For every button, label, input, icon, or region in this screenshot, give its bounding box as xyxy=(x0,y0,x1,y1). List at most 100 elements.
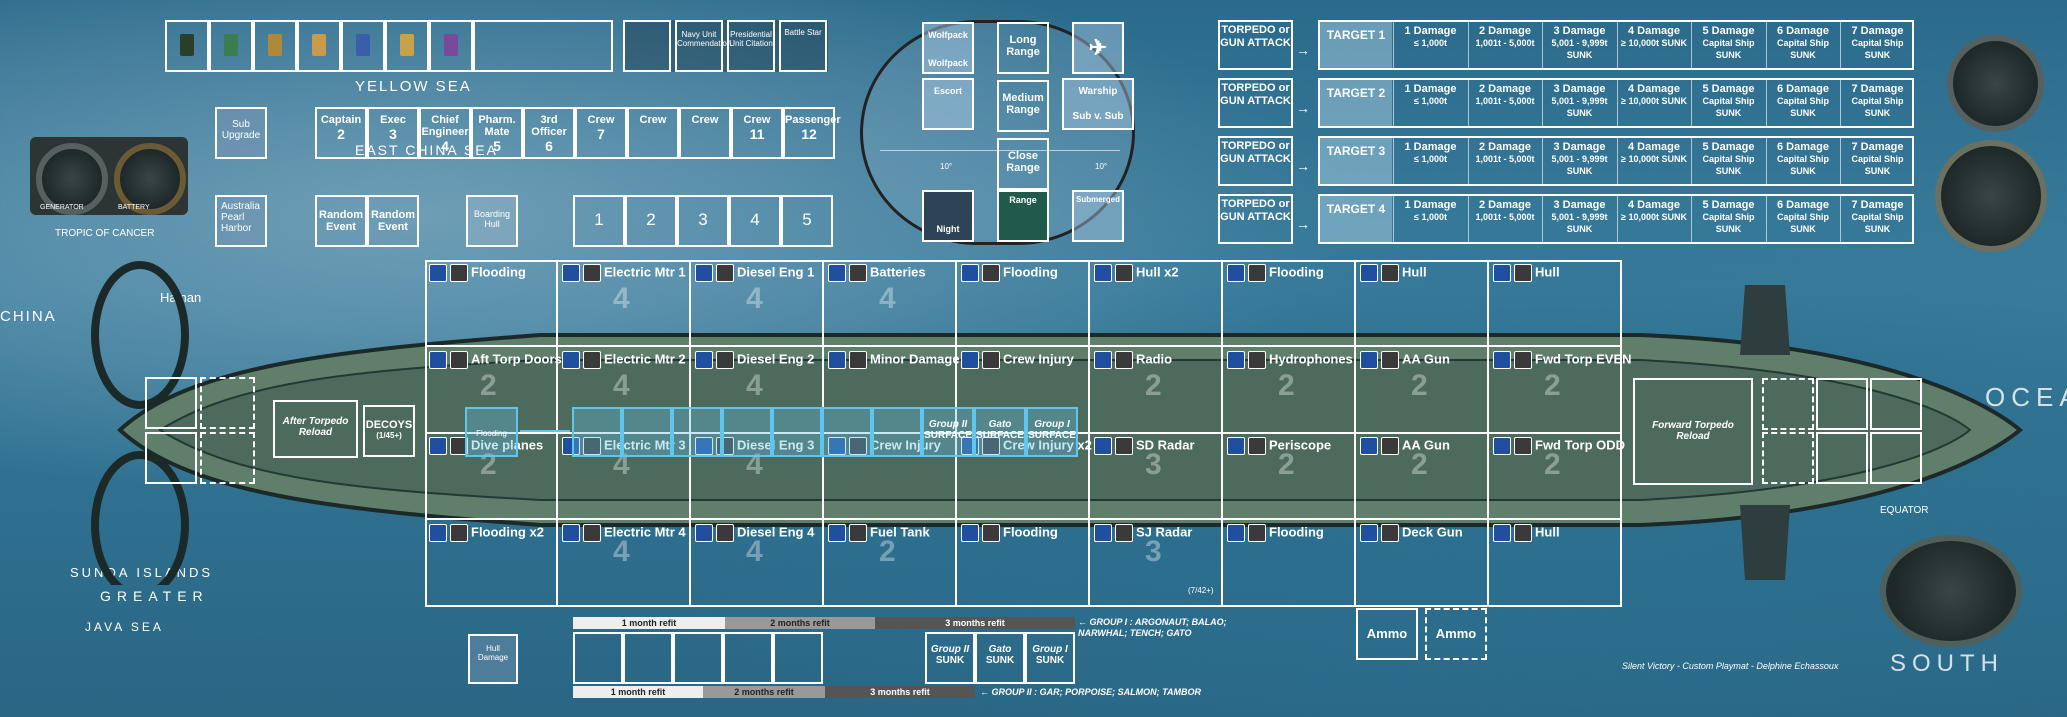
damage-cell[interactable]: AA Gun 2 xyxy=(1356,433,1489,520)
sunk-group-slot[interactable]: Group II SUNK xyxy=(925,632,975,684)
target-slot[interactable]: TARGET 4 xyxy=(1320,196,1392,242)
fwd-tube-2[interactable] xyxy=(1816,378,1868,430)
damage-cell[interactable]: Flooding xyxy=(957,519,1090,607)
damage-cell[interactable]: Hull xyxy=(1489,260,1622,347)
submerged-slot[interactable]: Submerged xyxy=(1072,190,1124,242)
long-range-slot[interactable]: Long Range xyxy=(997,22,1049,74)
crew-slot[interactable]: Exec 3 xyxy=(367,107,419,159)
night-slot[interactable]: Night xyxy=(922,190,974,242)
flood-slot[interactable] xyxy=(672,407,722,457)
medal-slot-wide[interactable] xyxy=(473,20,613,72)
award-slot-4[interactable]: Battle Star xyxy=(779,20,827,72)
sunk-group-slot[interactable]: Group I SUNK xyxy=(1025,632,1075,684)
damage-cell[interactable]: Electric Mtr 1 4 xyxy=(558,260,691,347)
target-slot[interactable]: TARGET 2 xyxy=(1320,80,1392,126)
target-slot[interactable]: TARGET 1 xyxy=(1320,22,1392,68)
sunk-slot[interactable] xyxy=(573,632,623,684)
sunk-slot[interactable] xyxy=(673,632,723,684)
surface-slot[interactable]: Group I SURFACE xyxy=(1026,407,1078,457)
damage-cell[interactable]: Fwd Torp EVEN 2 xyxy=(1489,346,1632,434)
medal-slot[interactable] xyxy=(429,20,473,72)
fwd-tube-3[interactable] xyxy=(1870,378,1922,430)
random-event-2[interactable]: Random Event xyxy=(367,195,419,247)
wolfpack-slot[interactable]: Wolfpack Wolfpack xyxy=(922,22,974,74)
forward-torpedo-reload[interactable]: Forward Torpedo Reload xyxy=(1633,378,1753,485)
numbered-slot[interactable]: 1 xyxy=(573,195,625,247)
flood-slot[interactable] xyxy=(822,407,872,457)
crew-slot[interactable]: Crew xyxy=(679,107,731,159)
damage-cell[interactable]: Hull x2 xyxy=(1090,260,1223,347)
surface-slot[interactable]: Gato SURFACE xyxy=(974,407,1026,457)
aft-tube-4[interactable] xyxy=(200,432,255,484)
sunk-slot[interactable] xyxy=(773,632,823,684)
crew-slot[interactable]: Passenger 12 xyxy=(783,107,841,159)
numbered-slot[interactable]: 5 xyxy=(781,195,833,247)
flooding-token[interactable]: Flooding xyxy=(465,407,518,457)
aft-tube-1[interactable] xyxy=(145,377,197,429)
damage-cell[interactable]: Fwd Torp ODD 2 xyxy=(1489,433,1625,520)
numbered-slot[interactable]: 3 xyxy=(677,195,729,247)
target-slot[interactable]: TARGET 3 xyxy=(1320,138,1392,184)
medal-slot[interactable] xyxy=(253,20,297,72)
crew-slot[interactable]: Chief Engineer 4 xyxy=(419,107,471,159)
sunk-group-slot[interactable]: Gato SUNK xyxy=(975,632,1025,684)
damage-cell[interactable]: Hull xyxy=(1356,260,1489,347)
crew-slot[interactable]: Captain 2 xyxy=(315,107,367,159)
medal-slot[interactable] xyxy=(209,20,253,72)
damage-cell[interactable]: Hull xyxy=(1489,519,1622,607)
escort-slot[interactable]: Escort xyxy=(922,78,974,130)
sub-upgrade-slot[interactable]: Sub Upgrade xyxy=(215,107,267,159)
numbered-slot[interactable]: 2 xyxy=(625,195,677,247)
damage-cell[interactable]: Flooding xyxy=(425,260,558,347)
close-range-slot[interactable]: Close Range xyxy=(997,138,1049,190)
damage-cell[interactable]: Flooding x2 xyxy=(425,519,558,607)
award-slot-1[interactable] xyxy=(623,20,671,72)
damage-cell[interactable]: Hydrophones 2 xyxy=(1223,346,1356,434)
crew-slot[interactable]: Crew xyxy=(627,107,679,159)
award-slot-2[interactable]: Navy Unit Commendation xyxy=(675,20,731,72)
warship-slot[interactable]: Warship Sub v. Sub xyxy=(1062,78,1134,130)
fwd-tube-6[interactable] xyxy=(1870,432,1922,484)
flood-slot[interactable] xyxy=(622,407,672,457)
sunk-slot[interactable] xyxy=(623,632,673,684)
ammo-slot-2[interactable]: Ammo xyxy=(1425,608,1487,660)
damage-cell[interactable]: AA Gun 2 xyxy=(1356,346,1489,434)
range-slot[interactable]: Range xyxy=(997,190,1049,242)
damage-cell[interactable]: Flooding xyxy=(1223,519,1356,607)
aft-torpedo-reload[interactable]: After Torpedo Reload xyxy=(273,400,358,458)
damage-cell[interactable]: Electric Mtr 4 4 xyxy=(558,519,691,607)
surface-slot[interactable]: Group II SURFACE xyxy=(922,407,974,457)
aft-tube-2[interactable] xyxy=(145,432,197,484)
flood-slot[interactable] xyxy=(722,407,772,457)
boarding-slot[interactable]: Boarding Hull xyxy=(466,195,518,247)
aircraft-slot[interactable]: ✈ xyxy=(1072,22,1124,74)
medal-slot[interactable] xyxy=(297,20,341,72)
decoys-slot[interactable]: DECOYS (1/45+) xyxy=(363,405,415,457)
fwd-tube-5[interactable] xyxy=(1816,432,1868,484)
flood-slot[interactable] xyxy=(772,407,822,457)
damage-cell[interactable]: Diesel Eng 4 4 xyxy=(691,519,824,607)
numbered-slot[interactable]: 4 xyxy=(729,195,781,247)
aft-tube-3[interactable] xyxy=(200,377,255,429)
crew-slot[interactable]: 3rd Officer 6 xyxy=(523,107,575,159)
damage-cell[interactable]: Radio 2 xyxy=(1090,346,1223,434)
base-slot[interactable]: Australia Pearl Harbor xyxy=(215,195,267,247)
ammo-slot-1[interactable]: Ammo xyxy=(1356,608,1418,660)
fwd-tube-1[interactable] xyxy=(1762,378,1814,430)
damage-cell[interactable]: Flooding xyxy=(957,260,1090,347)
medal-slot[interactable] xyxy=(385,20,429,72)
medal-slot[interactable] xyxy=(341,20,385,72)
crew-slot[interactable]: Crew 11 xyxy=(731,107,783,159)
flood-slot[interactable] xyxy=(572,407,622,457)
medal-slot[interactable] xyxy=(165,20,209,72)
hull-damage-slot[interactable]: Hull Damage xyxy=(468,634,518,684)
damage-cell[interactable]: Flooding xyxy=(1223,260,1356,347)
damage-cell[interactable]: Diesel Eng 1 4 xyxy=(691,260,824,347)
crew-slot[interactable]: Crew 7 xyxy=(575,107,627,159)
crew-slot[interactable]: Pharm. Mate 5 xyxy=(471,107,523,159)
award-slot-3[interactable]: Presidential Unit Citation xyxy=(727,20,775,72)
sunk-slot[interactable] xyxy=(723,632,773,684)
damage-cell[interactable]: SD Radar 3 xyxy=(1090,433,1223,520)
flood-slot[interactable] xyxy=(872,407,922,457)
random-event-1[interactable]: Random Event xyxy=(315,195,367,247)
